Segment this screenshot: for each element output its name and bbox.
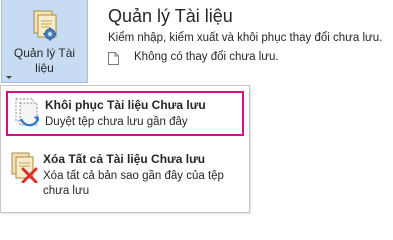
- section-title: Quản lý Tài liệu: [108, 6, 233, 26]
- manage-documents-icon: [33, 10, 57, 41]
- recover-unsaved-documents-item[interactable]: Khôi phục Tài liệu Chưa lưu Duyệt tệp ch…: [6, 91, 244, 136]
- status-text: Không có thay đổi chưa lưu.: [134, 51, 279, 63]
- recover-title: Khôi phục Tài liệu Chưa lưu: [45, 98, 206, 112]
- section-description: Kiểm nhập, kiểm xuất và khôi phục thay đ…: [108, 32, 383, 44]
- manage-documents-label: Quản lý Tài liệu: [2, 46, 87, 79]
- manage-documents-label-line1: Quản lý Tài: [13, 46, 76, 60]
- delete-description: Xóa tất cả bản sao gần đây của tệp chưa …: [43, 170, 224, 197]
- recover-description: Duyệt tệp chưa lưu gần đây: [45, 116, 188, 128]
- manage-documents-section: Quản lý Tài liệu Quản lý Tài liệu Kiểm n…: [0, 0, 393, 85]
- manage-documents-button[interactable]: Quản lý Tài liệu: [1, 0, 88, 83]
- manage-documents-menu: Khôi phục Tài liệu Chưa lưu Duyệt tệp ch…: [0, 85, 250, 213]
- manage-documents-label-line2: liệu: [35, 61, 54, 75]
- delete-documents-icon: [11, 152, 38, 183]
- delete-title: Xóa Tất cả Tài liệu Chưa lưu: [43, 152, 206, 166]
- dropdown-arrow-icon: [6, 76, 12, 79]
- document-icon: [108, 52, 119, 65]
- recover-document-icon: [15, 98, 40, 127]
- delete-unsaved-documents-item[interactable]: Xóa Tất cả Tài liệu Chưa lưu Xóa tất cả …: [6, 147, 244, 203]
